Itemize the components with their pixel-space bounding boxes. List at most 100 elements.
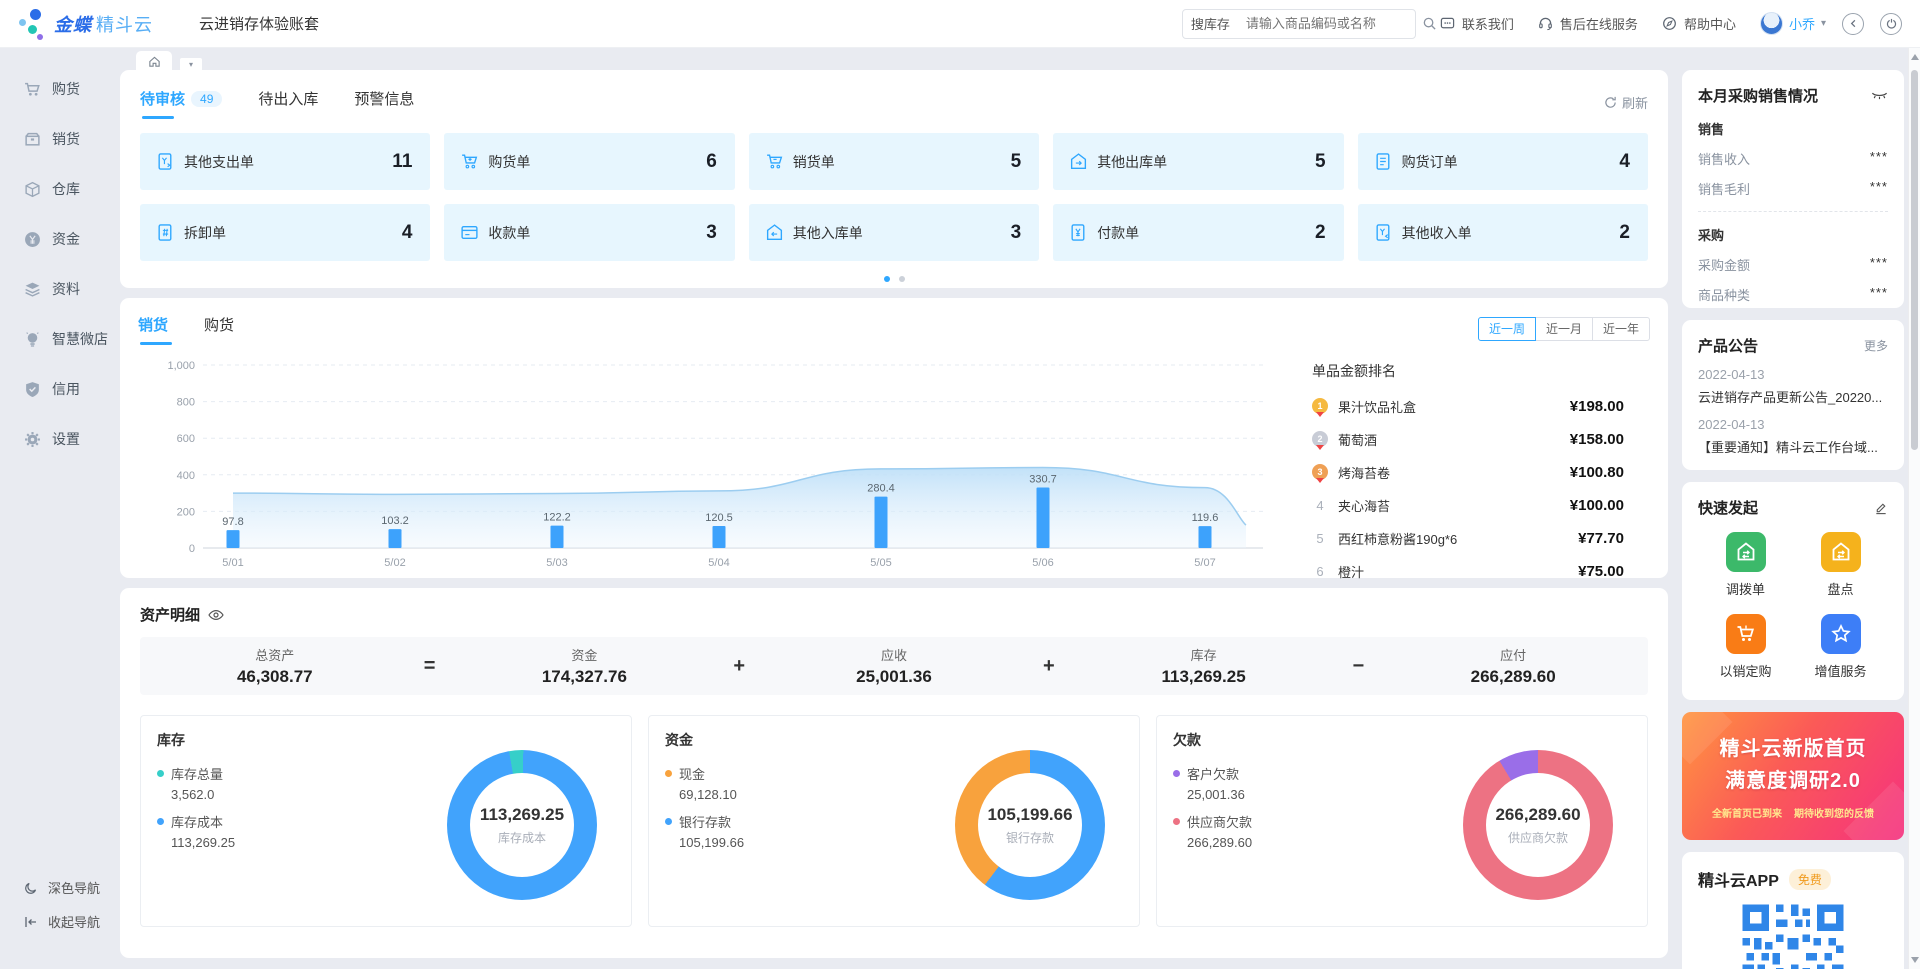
help-center-link[interactable]: 帮助中心 [1662,14,1736,33]
edit-pencil-icon[interactable] [1874,501,1888,515]
legend-dot [665,770,672,777]
quick-item-label: 增值服务 [1814,661,1866,680]
scroll-down-arrow[interactable] [1911,957,1919,963]
layers-icon [24,281,41,298]
sidebar-item-settings[interactable]: 设置 [0,414,120,464]
todo-payment[interactable]: 付款单 2 [1053,204,1343,261]
todo-purchase-request[interactable]: 购货订单 4 [1358,133,1648,190]
todo-label: 购货单 [488,152,530,172]
logout-power-button[interactable] [1880,13,1902,35]
search-input[interactable] [1246,16,1422,31]
cart-white-icon [1726,614,1766,654]
panel-title: 资金 [665,730,1123,750]
todo-other-inbound[interactable]: 其他入库单 3 [749,204,1039,261]
tab-label: 购货 [204,317,234,334]
tab-pending-review[interactable]: 待审核49 [140,88,222,117]
range-month-button[interactable]: 近一月 [1535,317,1593,341]
announcement-link[interactable]: 【重要通知】精斗云工作台域... [1698,437,1888,456]
banner-title-line1: 精斗云新版首页 [1720,732,1867,761]
todo-sales-order[interactable]: 销货单 5 [749,133,1039,190]
stat-product-types: 商品种类 *** [1698,285,1888,304]
eye-icon[interactable] [208,609,224,621]
tab-warning-info[interactable]: 预警信息 [354,88,414,117]
survey-banner[interactable]: 精斗云新版首页 满意度调研2.0 全新首页已到来 期待收到您的反馈 [1682,712,1904,840]
todo-count: 4 [402,222,413,244]
range-week-button[interactable]: 近一周 [1478,317,1536,341]
stat-value: *** [1870,255,1888,274]
ranking-row-1[interactable]: 1 果汁饮品礼盒 ¥198.00 [1312,391,1624,421]
rank-name: 橙汁 [1338,562,1578,581]
sidebar-item-credit[interactable]: 信用 [0,364,120,414]
bulb-icon [24,331,41,348]
todo-receipt[interactable]: 收款单 3 [444,204,734,261]
announcement-link[interactable]: 云进销存产品更新公告_20220... [1698,387,1888,406]
todo-label: 收款单 [488,223,530,243]
sidebar-item-purchase[interactable]: 购货 [0,64,120,114]
quick-value-added-service[interactable]: 增值服务 [1793,614,1888,680]
quick-stocktake[interactable]: 盘点 [1793,532,1888,598]
app-title: 精斗云APP [1698,867,1779,891]
sidebar-item-smart-store[interactable]: 智慧微店 [0,314,120,364]
ranking-row-6[interactable]: 6 橙汁 ¥75.00 [1312,556,1624,586]
inventory-search[interactable]: 搜库存 [1182,9,1416,39]
todo-other-expense[interactable]: 其他支出单 11 [140,133,430,190]
todo-grid: 其他支出单 11 购货单 6 销货单 5 其他出库单 5 购货订单 4 [140,133,1648,261]
sidebar-item-warehouse[interactable]: 仓库 [0,164,120,214]
page-scrollbar[interactable] [1908,48,1920,969]
ranking-row-4[interactable]: 4 夹心海苔 ¥100.00 [1312,490,1624,520]
rank-number: 6 [1312,564,1328,579]
tab-pending-inout[interactable]: 待出入库 [258,88,318,117]
scrollbar-thumb[interactable] [1911,70,1918,450]
more-link[interactable]: 更多 [1864,337,1888,354]
todo-label: 拆卸单 [184,223,226,243]
refresh-button[interactable]: 刷新 [1604,93,1648,112]
app-logo[interactable]: 金蝶 精斗云 [16,7,153,41]
back-button[interactable] [1842,13,1864,35]
legend-label: 供应商欠款 [1187,812,1252,831]
range-year-button[interactable]: 近一年 [1592,317,1650,341]
formula-label: 应收 [759,645,1029,664]
todo-label: 付款单 [1097,223,1139,243]
cart-plus-icon [460,152,479,171]
pagination-dot-active[interactable] [884,276,890,282]
todo-disassembly[interactable]: 拆卸单 4 [140,204,430,261]
scroll-up-arrow[interactable] [1911,54,1919,60]
chart-tab-purchase[interactable]: 购货 [204,314,234,343]
quick-sell-to-order[interactable]: 以销定购 [1698,614,1793,680]
eye-closed-icon[interactable] [1871,91,1888,101]
formula-label: 资金 [450,645,720,664]
quick-transfer-order[interactable]: 调拨单 [1698,532,1793,598]
svg-text:5/05: 5/05 [870,557,891,569]
sidebar-item-data[interactable]: 资料 [0,264,120,314]
logo-brand: 金蝶 [54,11,92,37]
ranking-row-5[interactable]: 5 西红柿意粉酱190g*6 ¥77.70 [1312,523,1624,553]
ranking-row-2[interactable]: 2 葡萄酒 ¥158.00 [1312,424,1624,454]
announcements-title: 产品公告 [1698,335,1758,356]
debts-donut-center: 266,289.60 供应商欠款 [1463,750,1613,900]
help-center-label: 帮助中心 [1684,14,1736,33]
trend-area [233,468,1246,549]
after-sale-service-link[interactable]: 售后在线服务 [1538,14,1638,33]
ranking-row-3[interactable]: 3 烤海苔卷 ¥100.80 [1312,457,1624,487]
search-scope-label[interactable]: 搜库存 [1191,14,1230,33]
todo-count: 3 [1011,222,1022,244]
search-icon[interactable] [1422,16,1437,32]
tab-label: 待审核 [140,91,185,108]
sidebar-item-funds[interactable]: 资金 [0,214,120,264]
pagination-dot[interactable] [899,276,905,282]
rank-name: 果汁饮品礼盒 [1338,397,1570,416]
collapse-nav-toggle[interactable]: 收起导航 [24,912,100,931]
dark-nav-toggle[interactable]: 深色导航 [24,878,100,897]
todo-other-outbound[interactable]: 其他出库单 5 [1053,133,1343,190]
todo-card: 待审核49 待出入库 预警信息 刷新 其他支出单 11 购货单 6 销货单 [120,70,1668,288]
assets-formula: 总资产 46,308.77 = 资金 174,327.76 + 应收 25,00… [140,637,1648,695]
home-icon [148,55,161,68]
todo-other-income[interactable]: 其他收入单 2 [1358,204,1648,261]
todo-purchase-order[interactable]: 购货单 6 [444,133,734,190]
donut-center-label: 库存成本 [498,829,546,846]
chart-tab-sales[interactable]: 销货 [138,314,168,343]
contact-us-link[interactable]: 联系我们 [1440,14,1514,33]
home-workspace-tab[interactable] [136,51,172,71]
sidebar-item-sales[interactable]: 销货 [0,114,120,164]
user-menu[interactable]: 小乔 ▾ [1760,12,1826,35]
